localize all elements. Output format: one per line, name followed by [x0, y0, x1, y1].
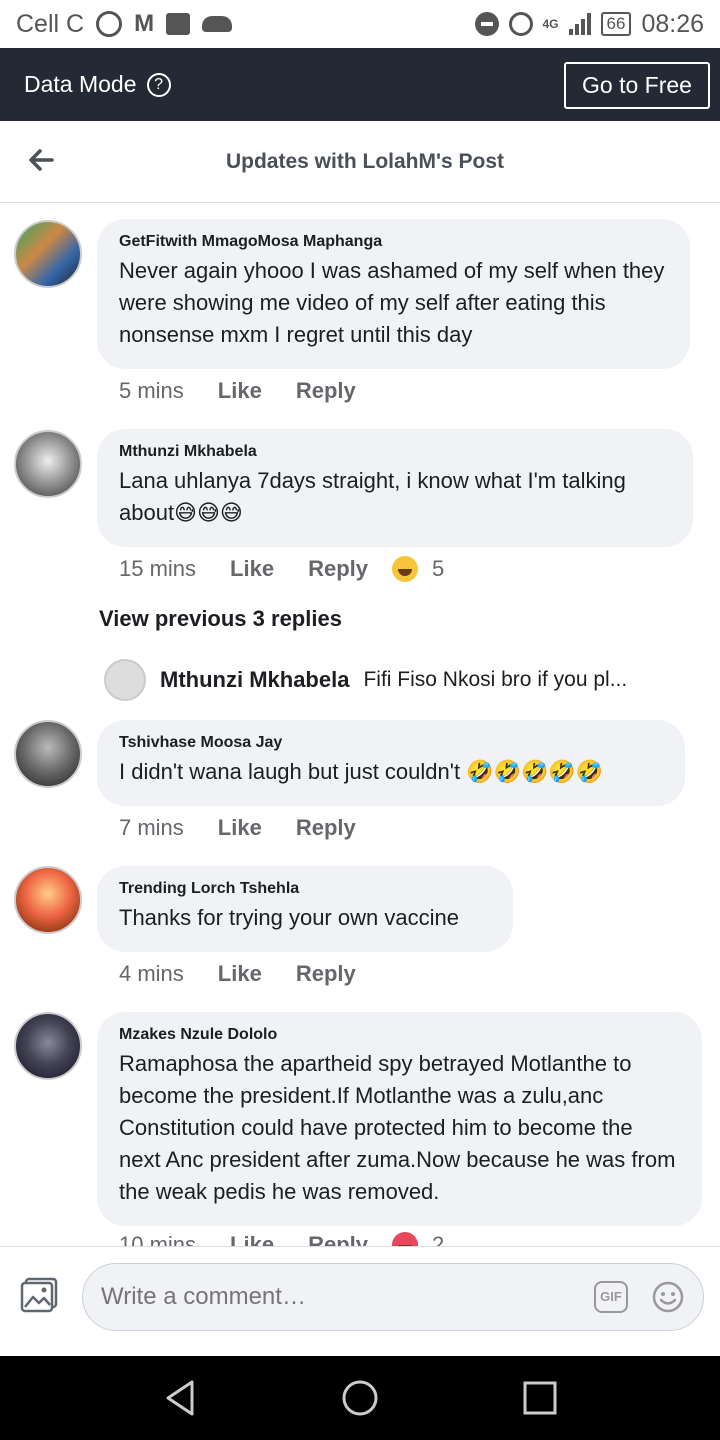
reply-button[interactable]: Reply — [308, 556, 368, 582]
reply-author[interactable]: Mthunzi Mkhabela — [160, 667, 349, 693]
comment-author[interactable]: Mzakes Nzule Dololo — [119, 1026, 680, 1044]
battery-indicator: 66 — [600, 12, 632, 36]
comment-text: Thanks for trying your own vaccine — [119, 905, 459, 930]
like-button[interactable]: Like — [218, 378, 262, 404]
go-to-free-button[interactable]: Go to Free — [564, 62, 710, 109]
clock: 08:26 — [641, 9, 704, 38]
avatar[interactable] — [14, 1012, 82, 1080]
comment-bubble[interactable]: Tshivhase Moosa Jay I didn't wana laugh … — [97, 720, 685, 806]
system-nav-bar — [0, 1356, 720, 1440]
like-button[interactable]: Like — [218, 815, 262, 841]
comment-author[interactable]: Tshivhase Moosa Jay — [119, 734, 663, 752]
back-arrow-icon[interactable] — [26, 145, 56, 175]
reply-preview[interactable]: Mthunzi Mkhabela Fifi Fiso Nkosi bro if … — [104, 659, 684, 701]
comment-author[interactable]: Trending Lorch Tshehla — [119, 880, 491, 898]
comment-composer: GIF — [0, 1246, 720, 1356]
comment-time: 7 mins — [119, 815, 184, 840]
status-bar: Cell C M 4G 66 08:26 — [0, 0, 720, 48]
alarm-icon — [508, 12, 533, 36]
network-type: 4G — [542, 16, 559, 31]
reaction-count[interactable]: 2 — [432, 1232, 444, 1246]
like-button[interactable]: Like — [230, 1232, 274, 1246]
home-nav-icon[interactable] — [340, 1378, 380, 1418]
reply-button[interactable]: Reply — [308, 1232, 368, 1246]
page-title: Updates with LolahM's Post — [225, 149, 504, 173]
reply-button[interactable]: Reply — [296, 815, 356, 841]
comment-author[interactable]: Mthunzi Mkhabela — [119, 443, 671, 461]
avatar[interactable] — [14, 220, 82, 288]
love-reaction-icon[interactable] — [392, 1232, 418, 1246]
comment-bubble[interactable]: Mzakes Nzule Dololo Ramaphosa the aparth… — [97, 1012, 702, 1226]
comment-bubble[interactable]: Mthunzi Mkhabela Lana uhlanya 7days stra… — [97, 429, 693, 547]
comment-author[interactable]: GetFitwith MmagoMosa Maphanga — [119, 233, 668, 251]
carrier-label: Cell C — [16, 9, 85, 38]
recents-nav-icon[interactable] — [520, 1378, 560, 1418]
avatar[interactable] — [14, 866, 82, 934]
avatar[interactable] — [104, 659, 146, 701]
gif-icon[interactable]: GIF — [594, 1281, 628, 1313]
gallery-icon — [166, 13, 191, 35]
page-header: Updates with LolahM's Post — [0, 121, 720, 203]
comment-time: 4 mins — [119, 961, 184, 986]
reply-text: Fifi Fiso Nkosi bro if you pl... — [363, 668, 628, 691]
like-button[interactable]: Like — [230, 556, 274, 582]
haha-reaction-icon[interactable] — [392, 556, 418, 582]
comment-text: Lana uhlanya 7days straight, i know what… — [119, 468, 626, 525]
photo-icon[interactable] — [20, 1277, 58, 1313]
signal-icon — [568, 13, 591, 35]
comment-actions: 15 mins Like Reply 5 — [119, 556, 444, 582]
emoji-icon[interactable] — [652, 1281, 684, 1313]
cloud-icon — [202, 16, 233, 32]
comment-time: 15 mins — [119, 556, 197, 581]
reply-button[interactable]: Reply — [296, 378, 356, 404]
comment-actions: 4 mins Like Reply — [119, 961, 390, 987]
comment-actions: 7 mins Like Reply — [119, 815, 390, 841]
whatsapp-icon — [96, 11, 123, 37]
reaction-count[interactable]: 5 — [432, 556, 444, 582]
data-mode-bar: Data Mode ? Go to Free — [0, 48, 720, 121]
comment-bubble[interactable]: GetFitwith MmagoMosa Maphanga Never agai… — [97, 219, 690, 369]
gmail-icon: M — [134, 10, 155, 37]
comment-time: 5 mins — [119, 378, 184, 403]
data-mode-label: Data Mode — [24, 71, 137, 97]
reply-button[interactable]: Reply — [296, 961, 356, 987]
comment-actions: 10 mins Like Reply 2 — [119, 1232, 444, 1246]
comment-bubble[interactable]: Trending Lorch Tshehla Thanks for trying… — [97, 866, 513, 952]
comment-time: 10 mins — [119, 1232, 197, 1246]
comments-feed[interactable]: GetFitwith MmagoMosa Maphanga Never agai… — [0, 204, 720, 1246]
help-icon[interactable]: ? — [146, 72, 171, 97]
comment-text: Never again yhooo I was ashamed of my se… — [119, 258, 665, 347]
like-button[interactable]: Like — [218, 961, 262, 987]
comment-text: Ramaphosa the apartheid spy betrayed Mot… — [119, 1051, 676, 1204]
comment-actions: 5 mins Like Reply — [119, 378, 390, 404]
back-nav-icon[interactable] — [160, 1378, 200, 1418]
avatar[interactable] — [14, 430, 82, 498]
avatar[interactable] — [14, 720, 82, 788]
view-previous-replies-link[interactable]: View previous 3 replies — [99, 606, 342, 632]
comment-text: I didn't wana laugh but just couldn't 🤣🤣… — [119, 759, 604, 784]
dnd-icon — [474, 12, 499, 36]
